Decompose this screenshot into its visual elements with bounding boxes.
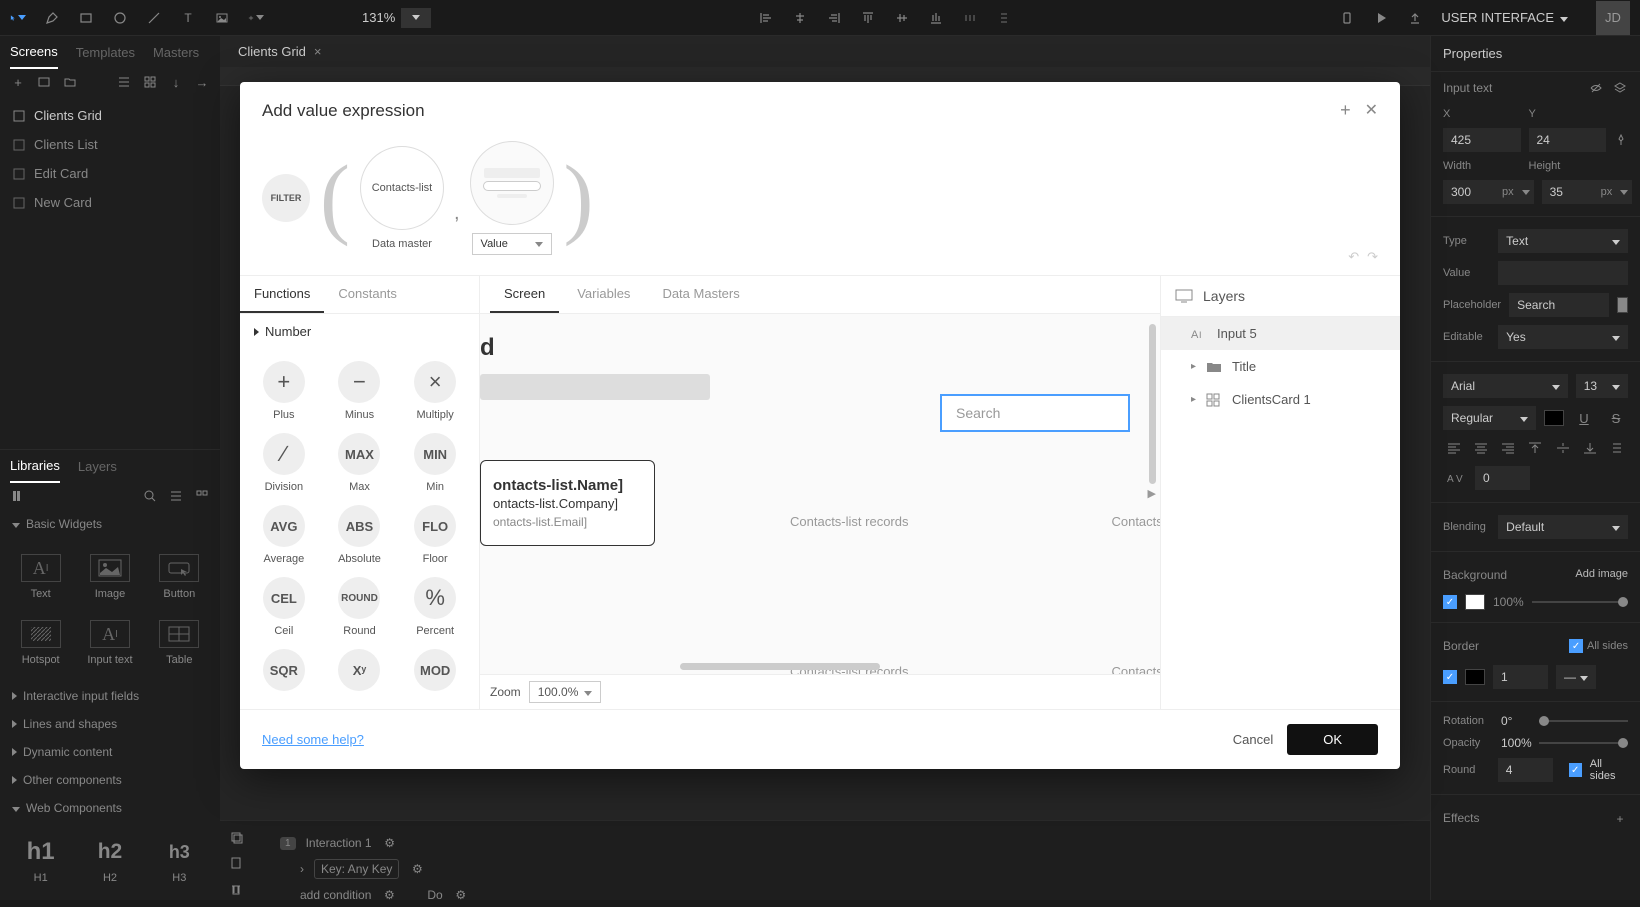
zoom-select[interactable]: 100.0% bbox=[529, 681, 602, 703]
func-floor[interactable]: FLOFloor bbox=[403, 505, 467, 565]
func-category-number[interactable]: Number bbox=[240, 314, 479, 349]
tab-constants[interactable]: Constants bbox=[324, 276, 411, 313]
close-icon[interactable]: ✕ bbox=[1365, 100, 1378, 121]
bracket-close: ) bbox=[564, 153, 594, 243]
layer-item[interactable]: ▸Title bbox=[1161, 350, 1400, 383]
desktop-icon bbox=[1175, 289, 1193, 303]
cancel-button[interactable]: Cancel bbox=[1233, 732, 1273, 747]
layer-icon bbox=[1206, 393, 1222, 407]
func-min[interactable]: MINMin bbox=[403, 433, 467, 493]
func-max[interactable]: MAXMax bbox=[328, 433, 392, 493]
undo-icon[interactable]: ↶ bbox=[1348, 249, 1359, 265]
func-percent[interactable]: %Percent bbox=[403, 577, 467, 637]
search-input-preview[interactable]: Search bbox=[940, 394, 1130, 432]
func-average[interactable]: AVGAverage bbox=[252, 505, 316, 565]
svg-text:I: I bbox=[1199, 330, 1202, 340]
tab-functions[interactable]: Functions bbox=[240, 276, 324, 313]
modal-title: Add value expression bbox=[262, 101, 425, 121]
func-[interactable]: Xʸ bbox=[328, 649, 392, 697]
add-icon[interactable]: + bbox=[1340, 100, 1351, 121]
func-absolute[interactable]: ABSAbsolute bbox=[328, 505, 392, 565]
func-minus[interactable]: −Minus bbox=[328, 361, 392, 421]
contact-card[interactable]: ontacts-list.Name] ontacts-list.Company]… bbox=[480, 460, 655, 546]
func-plus[interactable]: +Plus bbox=[252, 361, 316, 421]
tab-screen[interactable]: Screen bbox=[490, 276, 559, 313]
bracket-open: ( bbox=[320, 153, 350, 243]
func-multiply[interactable]: ×Multiply bbox=[403, 361, 467, 421]
redo-icon[interactable]: ↷ bbox=[1367, 249, 1378, 265]
tab-datamasters[interactable]: Data Masters bbox=[648, 276, 753, 313]
tab-variables[interactable]: Variables bbox=[563, 276, 644, 313]
mock-bar bbox=[480, 374, 710, 400]
horizontal-scrollbar[interactable] bbox=[680, 663, 880, 670]
func-round[interactable]: ROUNDRound bbox=[328, 577, 392, 637]
func-division[interactable]: ∕Division bbox=[252, 433, 316, 493]
layer-icon bbox=[1206, 360, 1222, 374]
ok-button[interactable]: OK bbox=[1287, 724, 1378, 755]
layer-icon: AI bbox=[1191, 327, 1207, 341]
help-link[interactable]: Need some help? bbox=[262, 732, 364, 747]
layer-item[interactable]: AIInput 5 bbox=[1161, 317, 1400, 350]
value-type-select[interactable]: Value bbox=[472, 233, 552, 255]
filter-function[interactable]: FILTER bbox=[262, 174, 310, 222]
param-data-master[interactable]: Contacts-list bbox=[360, 146, 444, 230]
layer-item[interactable]: ▸ClientsCard 1 bbox=[1161, 383, 1400, 416]
func-[interactable]: SQR bbox=[252, 649, 316, 697]
expand-icon[interactable]: ▶ bbox=[1148, 487, 1156, 500]
svg-text:A: A bbox=[1191, 329, 1199, 341]
func-[interactable]: MOD bbox=[403, 649, 467, 697]
param-value-preview[interactable] bbox=[470, 141, 554, 225]
func-ceil[interactable]: CELCeil bbox=[252, 577, 316, 637]
